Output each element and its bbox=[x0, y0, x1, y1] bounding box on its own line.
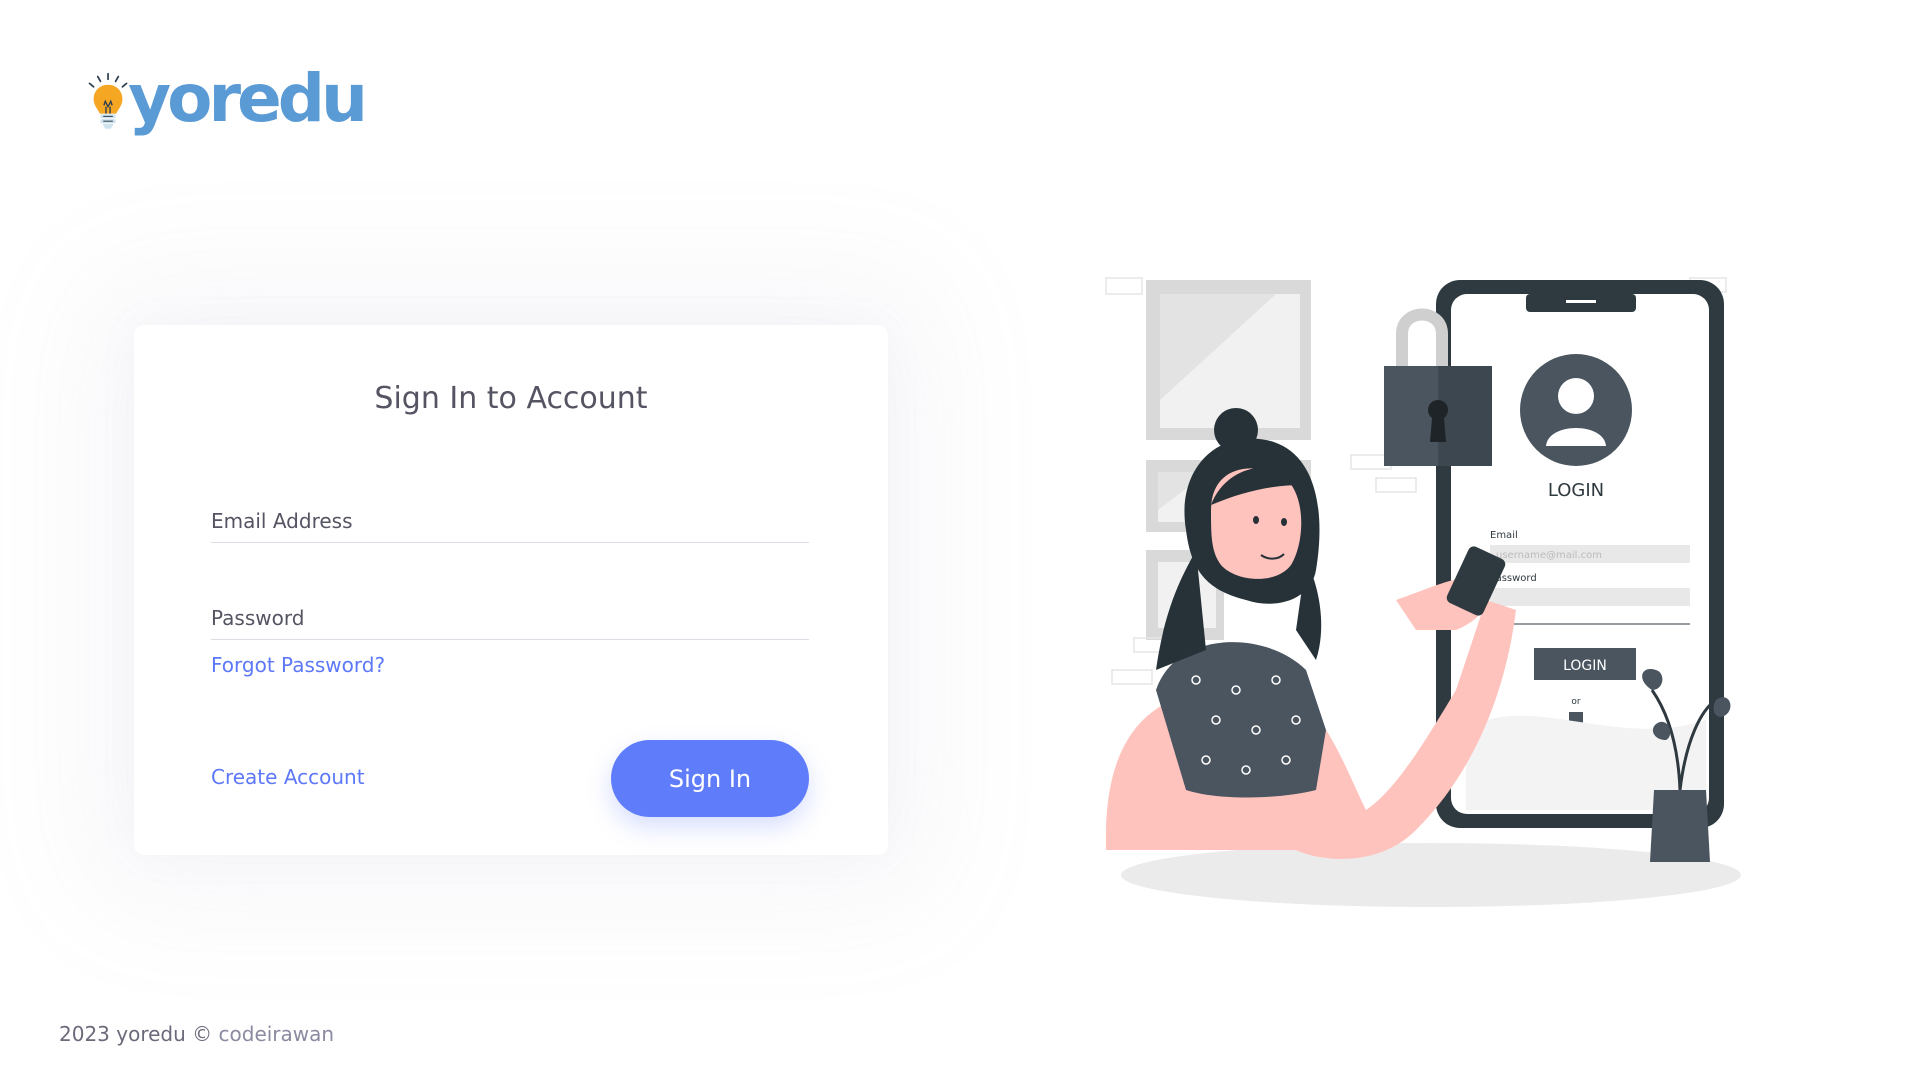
login-illustration: LOGIN Email username@mail.com Password L… bbox=[1096, 270, 1756, 910]
forgot-password-link[interactable]: Forgot Password? bbox=[211, 653, 385, 677]
phone-or-text: or bbox=[1571, 697, 1581, 707]
footer-author-link[interactable]: codeirawan bbox=[219, 1022, 335, 1046]
phone-email-label: Email bbox=[1490, 530, 1518, 541]
password-input[interactable] bbox=[211, 588, 809, 639]
email-input[interactable] bbox=[211, 491, 809, 542]
email-field-wrapper bbox=[211, 491, 809, 543]
login-card: Sign In to Account Forgot Password? Crea… bbox=[134, 325, 888, 855]
phone-login-button: LOGIN bbox=[1563, 658, 1607, 674]
lightbulb-icon bbox=[88, 72, 128, 129]
login-page: yoredu Sign In to Account Forgot Passwor… bbox=[0, 0, 1920, 1080]
brand-name: yoredu bbox=[128, 59, 368, 137]
phone-login-title: LOGIN bbox=[1548, 480, 1604, 501]
footer: 2023 yoredu © codeirawan bbox=[59, 1022, 334, 1046]
create-account-link[interactable]: Create Account bbox=[211, 765, 365, 789]
password-field-wrapper bbox=[211, 588, 809, 640]
phone-email-placeholder: username@mail.com bbox=[1496, 550, 1602, 561]
brand-logo[interactable]: yoredu bbox=[84, 54, 368, 154]
sign-in-button[interactable]: Sign In bbox=[611, 740, 809, 817]
illustration-graphic: LOGIN Email username@mail.com Password L… bbox=[1105, 277, 1741, 907]
form-title: Sign In to Account bbox=[374, 381, 648, 416]
footer-copyright: 2023 yoredu © bbox=[59, 1022, 213, 1046]
